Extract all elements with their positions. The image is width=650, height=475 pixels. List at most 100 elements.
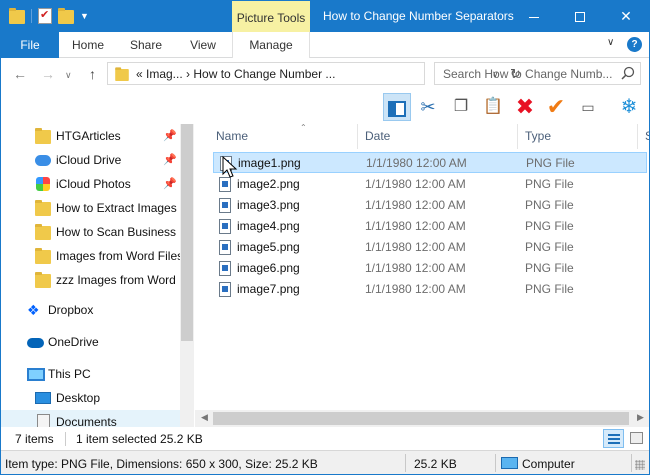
search-input[interactable]: Search How to Change Numb... — [434, 62, 641, 85]
back-arrow-icon[interactable]: ← — [13, 66, 27, 82]
delete-button[interactable]: ✖ — [511, 93, 539, 121]
tab-home[interactable]: Home — [59, 32, 117, 58]
file-date: 1/1/1980 12:00 AM — [365, 240, 466, 254]
tab-view[interactable]: View — [175, 32, 231, 58]
location-label: Computer — [522, 457, 575, 471]
up-arrow-icon[interactable]: ↑ — [89, 66, 96, 82]
table-row[interactable]: image1.png 1/1/1980 12:00 AM PNG File — [213, 152, 647, 173]
file-date: 1/1/1980 12:00 AM — [365, 282, 466, 296]
onedrive-icon — [27, 338, 44, 348]
cut-button[interactable]: ✂ — [414, 93, 442, 121]
clipboard-icon: 📋 — [483, 98, 503, 115]
tab-file[interactable]: File — [1, 32, 59, 58]
table-row[interactable]: image7.png 1/1/1980 12:00 AM PNG File — [213, 279, 647, 300]
custom-toolbar: ✂ ❐ 📋 ✖ ✔ ▭ ❄ — [1, 90, 649, 124]
search-icon — [621, 66, 635, 80]
photos-icon-wrap — [35, 176, 51, 192]
file-name: image7.png — [237, 282, 300, 296]
scroll-left-icon[interactable]: ◀ — [201, 412, 208, 423]
png-file-icon — [219, 198, 231, 213]
item-size: 25.2 KB — [414, 457, 457, 471]
png-file-icon — [219, 219, 231, 234]
file-name: image3.png — [237, 198, 300, 212]
folder-icon — [9, 8, 25, 24]
folder-icon-wrap — [35, 224, 51, 240]
minimize-button[interactable] — [511, 1, 557, 32]
column-header-type[interactable]: Type — [525, 124, 551, 149]
details-bar: Item type: PNG File, Dimensions: 650 x 3… — [1, 450, 649, 474]
address-bar[interactable]: « Imag... › How to Change Number ... ∨ ↻ — [107, 62, 521, 85]
png-file-icon — [219, 261, 231, 276]
nav-item-images-word-files[interactable]: Images from Word Files — [1, 244, 181, 268]
nav-item-icloud-photos[interactable]: iCloud Photos 📌 — [1, 172, 181, 196]
file-name: image1.png — [238, 156, 301, 170]
tab-manage[interactable]: Manage — [232, 32, 310, 58]
address-path[interactable]: « Imag... › How to Change Number ... — [136, 67, 335, 81]
navigation-pane-button[interactable] — [383, 93, 411, 121]
file-name: image4.png — [237, 219, 300, 233]
nav-item-documents[interactable]: Documents — [1, 410, 181, 427]
maximize-icon — [575, 12, 585, 23]
nav-item-label: HTGArticles — [56, 129, 121, 143]
column-divider[interactable] — [517, 124, 518, 149]
nav-item-scan-business[interactable]: How to Scan Business C — [1, 220, 181, 244]
close-button[interactable]: ✕ — [603, 1, 649, 32]
maximize-button[interactable] — [557, 1, 603, 32]
picture-tools-context-tab: Picture Tools — [232, 1, 310, 32]
nav-item-label: How to Extract Images f — [56, 201, 181, 215]
help-icon[interactable]: ? — [627, 37, 642, 52]
selection-info: 1 item selected 25.2 KB — [76, 432, 203, 446]
nav-item-htgarticles[interactable]: HTGArticles 📌 — [1, 124, 181, 148]
status-bar: 7 items 1 item selected 25.2 KB — [1, 427, 649, 450]
column-header-size[interactable]: S — [645, 124, 649, 149]
large-icons-view-button[interactable] — [626, 429, 647, 448]
scroll-right-icon[interactable]: ▶ — [637, 412, 644, 423]
properties-button[interactable]: ✔ — [542, 93, 570, 121]
png-file-icon — [219, 240, 231, 255]
copy-button[interactable]: ❐ — [447, 93, 475, 121]
rename-button[interactable]: ▭ — [574, 93, 602, 121]
customize-dropdown-icon[interactable]: ▼ — [80, 11, 89, 21]
details-divider — [495, 454, 496, 472]
column-header-date[interactable]: Date — [365, 124, 390, 149]
table-row[interactable]: image3.png 1/1/1980 12:00 AM PNG File — [213, 195, 647, 216]
paste-button[interactable]: 📋 — [479, 93, 507, 121]
quick-access-toolbar: ▼ — [9, 8, 89, 24]
shell-button[interactable]: ❄ — [615, 93, 643, 121]
file-date: 1/1/1980 12:00 AM — [365, 261, 466, 275]
nav-item-zzz-images[interactable]: zzz Images from Word I — [1, 268, 181, 292]
resize-grip-icon[interactable] — [635, 460, 645, 470]
window-title: How to Change Number Separators — [323, 9, 514, 23]
nav-item-extract-images[interactable]: How to Extract Images f — [1, 196, 181, 220]
table-row[interactable]: image6.png 1/1/1980 12:00 AM PNG File — [213, 258, 647, 279]
nav-item-label: zzz Images from Word I — [56, 273, 181, 287]
nav-item-onedrive[interactable]: OneDrive — [1, 330, 181, 354]
new-folder-icon[interactable] — [58, 8, 74, 24]
icloud-icon-wrap — [35, 152, 51, 168]
file-name: image6.png — [237, 261, 300, 275]
column-divider[interactable] — [637, 124, 638, 149]
table-row[interactable]: image4.png 1/1/1980 12:00 AM PNG File — [213, 216, 647, 237]
properties-icon[interactable] — [38, 8, 52, 24]
details-view-button[interactable] — [603, 429, 624, 448]
nav-pane-scrollbar-thumb[interactable] — [181, 124, 193, 341]
nav-item-dropbox[interactable]: ❖ Dropbox — [1, 298, 181, 322]
table-row[interactable]: image2.png 1/1/1980 12:00 AM PNG File — [213, 174, 647, 195]
dropbox-icon: ❖ — [27, 302, 40, 318]
tab-share[interactable]: Share — [117, 32, 175, 58]
table-row[interactable]: image5.png 1/1/1980 12:00 AM PNG File — [213, 237, 647, 258]
this-pc-icon-wrap — [27, 366, 45, 382]
column-header-name[interactable]: Name ⌃ — [216, 124, 307, 149]
nav-item-label: Images from Word Files — [56, 249, 181, 263]
nav-item-this-pc[interactable]: This PC — [1, 362, 181, 386]
nav-item-icloud-drive[interactable]: iCloud Drive 📌 — [1, 148, 181, 172]
horizontal-scrollbar-thumb[interactable] — [213, 412, 629, 425]
nav-item-label: iCloud Drive — [56, 153, 122, 167]
expand-ribbon-chevron-icon[interactable]: ∨ — [607, 37, 614, 48]
checkmark-icon: ✔ — [546, 94, 566, 119]
recent-locations-chevron-icon[interactable]: ∨ — [65, 70, 72, 81]
forward-arrow-icon[interactable]: → — [41, 66, 55, 82]
file-name: image2.png — [237, 177, 300, 191]
nav-item-desktop[interactable]: Desktop — [1, 386, 181, 410]
column-divider[interactable] — [357, 124, 358, 149]
